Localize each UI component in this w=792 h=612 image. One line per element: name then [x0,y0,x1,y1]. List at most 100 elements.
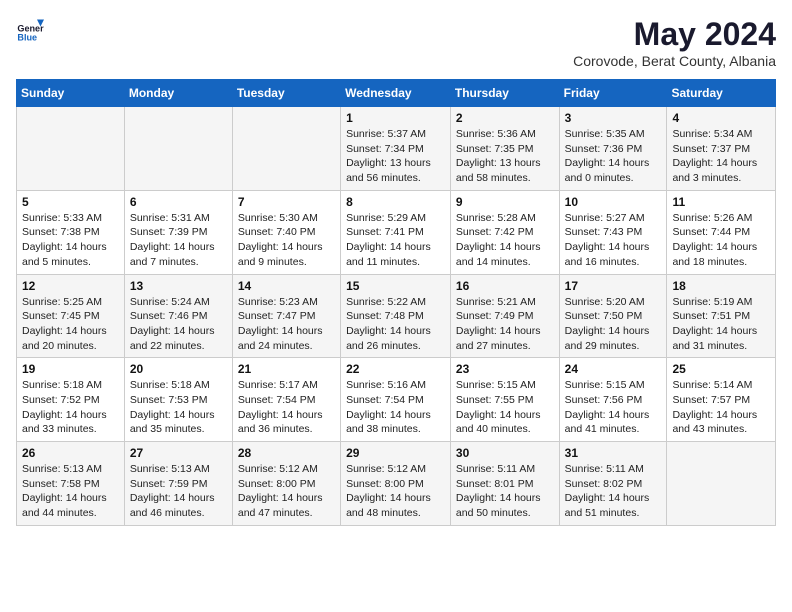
day-number: 27 [130,446,227,460]
day-info: Sunrise: 5:31 AMSunset: 7:39 PMDaylight:… [130,211,227,270]
calendar-cell: 19 Sunrise: 5:18 AMSunset: 7:52 PMDayligh… [17,358,125,442]
calendar-cell: 6Sunrise: 5:31 AMSunset: 7:39 PMDaylight… [124,190,232,274]
calendar-cell [17,107,125,191]
calendar-week-row: 19 Sunrise: 5:18 AMSunset: 7:52 PMDayligh… [17,358,776,442]
day-number: 31 [565,446,662,460]
day-info: Sunrise: 5:21 AMSunset: 7:49 PMDaylight:… [456,295,554,354]
calendar-cell: 10Sunrise: 5:27 AMSunset: 7:43 PMDayligh… [559,190,667,274]
calendar-week-row: 12 Sunrise: 5:25 AMSunset: 7:45 PMDayligh… [17,274,776,358]
day-of-week-header: Saturday [667,80,776,107]
day-number: 25 [672,362,770,376]
calendar-cell: 18 Sunrise: 5:19 AMSunset: 7:51 PMDayligh… [667,274,776,358]
day-info: Sunrise: 5:25 AMSunset: 7:45 PMDaylight:… [22,295,119,354]
calendar-cell: 21Sunrise: 5:17 AMSunset: 7:54 PMDayligh… [232,358,340,442]
day-number: 12 [22,279,119,293]
day-info: Sunrise: 5:34 AMSunset: 7:37 PMDaylight:… [672,127,770,186]
calendar-cell: 8Sunrise: 5:29 AMSunset: 7:41 PMDaylight… [341,190,451,274]
day-info: Sunrise: 5:23 AMSunset: 7:47 PMDaylight:… [238,295,335,354]
day-number: 13 [130,279,227,293]
day-info: Sunrise: 5:33 AMSunset: 7:38 PMDaylight:… [22,211,119,270]
day-info: Sunrise: 5:19 AMSunset: 7:51 PMDaylight:… [672,295,770,354]
calendar-body: 1Sunrise: 5:37 AMSunset: 7:34 PMDaylight… [17,107,776,526]
day-info: Sunrise: 5:11 AMSunset: 8:02 PMDaylight:… [565,462,662,521]
svg-text:Blue: Blue [17,33,37,43]
day-number: 3 [565,111,662,125]
calendar-header-row: SundayMondayTuesdayWednesdayThursdayFrid… [17,80,776,107]
calendar-table: SundayMondayTuesdayWednesdayThursdayFrid… [16,79,776,526]
calendar-cell: 3 Sunrise: 5:35 AMSunset: 7:36 PMDaylight… [559,107,667,191]
day-number: 14 [238,279,335,293]
day-number: 24 [565,362,662,376]
calendar-cell: 16 Sunrise: 5:21 AMSunset: 7:49 PMDayligh… [450,274,559,358]
day-number: 26 [22,446,119,460]
calendar-cell: 28 Sunrise: 5:12 AMSunset: 8:00 PMDayligh… [232,442,340,526]
day-number: 19 [22,362,119,376]
day-info: Sunrise: 5:13 AMSunset: 7:58 PMDaylight:… [22,462,119,521]
calendar-cell: 13 Sunrise: 5:24 AMSunset: 7:46 PMDayligh… [124,274,232,358]
day-info: Sunrise: 5:12 AMSunset: 8:00 PMDaylight:… [346,462,445,521]
day-number: 4 [672,111,770,125]
day-number: 18 [672,279,770,293]
day-of-week-header: Tuesday [232,80,340,107]
day-number: 5 [22,195,119,209]
day-info: Sunrise: 5:11 AMSunset: 8:01 PMDaylight:… [456,462,554,521]
calendar-cell [232,107,340,191]
calendar-cell: 4 Sunrise: 5:34 AMSunset: 7:37 PMDaylight… [667,107,776,191]
day-of-week-header: Friday [559,80,667,107]
day-number: 7 [238,195,335,209]
calendar-cell: 14 Sunrise: 5:23 AMSunset: 7:47 PMDayligh… [232,274,340,358]
calendar-cell: 1Sunrise: 5:37 AMSunset: 7:34 PMDaylight… [341,107,451,191]
day-number: 22 [346,362,445,376]
calendar-cell: 9 Sunrise: 5:28 AMSunset: 7:42 PMDaylight… [450,190,559,274]
calendar-cell: 26 Sunrise: 5:13 AMSunset: 7:58 PMDayligh… [17,442,125,526]
day-info: Sunrise: 5:12 AMSunset: 8:00 PMDaylight:… [238,462,335,521]
day-of-week-header: Sunday [17,80,125,107]
location-title: Corovode, Berat County, Albania [573,53,776,69]
page-header: General Blue May 2024 Corovode, Berat Co… [16,16,776,69]
day-number: 30 [456,446,554,460]
logo-icon: General Blue [16,16,44,44]
day-info: Sunrise: 5:35 AMSunset: 7:36 PMDaylight:… [565,127,662,186]
month-title: May 2024 [573,16,776,53]
day-number: 2 [456,111,554,125]
day-info: Sunrise: 5:18 AMSunset: 7:53 PMDaylight:… [130,378,227,437]
day-number: 9 [456,195,554,209]
calendar-cell: 29 Sunrise: 5:12 AMSunset: 8:00 PMDayligh… [341,442,451,526]
calendar-cell: 17 Sunrise: 5:20 AMSunset: 7:50 PMDayligh… [559,274,667,358]
day-info: Sunrise: 5:15 AMSunset: 7:55 PMDaylight:… [456,378,554,437]
calendar-cell: 5 Sunrise: 5:33 AMSunset: 7:38 PMDaylight… [17,190,125,274]
calendar-cell: 24Sunrise: 5:15 AMSunset: 7:56 PMDayligh… [559,358,667,442]
logo: General Blue [16,16,44,44]
day-number: 28 [238,446,335,460]
day-info: Sunrise: 5:14 AMSunset: 7:57 PMDaylight:… [672,378,770,437]
day-number: 29 [346,446,445,460]
day-info: Sunrise: 5:30 AMSunset: 7:40 PMDaylight:… [238,211,335,270]
day-info: Sunrise: 5:17 AMSunset: 7:54 PMDaylight:… [238,378,335,437]
calendar-cell: 22Sunrise: 5:16 AMSunset: 7:54 PMDayligh… [341,358,451,442]
calendar-week-row: 1Sunrise: 5:37 AMSunset: 7:34 PMDaylight… [17,107,776,191]
day-number: 15 [346,279,445,293]
day-info: Sunrise: 5:36 AMSunset: 7:35 PMDaylight:… [456,127,554,186]
calendar-cell [124,107,232,191]
day-of-week-header: Wednesday [341,80,451,107]
day-info: Sunrise: 5:18 AMSunset: 7:52 PMDaylight:… [22,378,119,437]
day-info: Sunrise: 5:27 AMSunset: 7:43 PMDaylight:… [565,211,662,270]
day-info: Sunrise: 5:29 AMSunset: 7:41 PMDaylight:… [346,211,445,270]
day-number: 17 [565,279,662,293]
day-of-week-header: Thursday [450,80,559,107]
day-info: Sunrise: 5:20 AMSunset: 7:50 PMDaylight:… [565,295,662,354]
calendar-cell: 20Sunrise: 5:18 AMSunset: 7:53 PMDayligh… [124,358,232,442]
title-block: May 2024 Corovode, Berat County, Albania [573,16,776,69]
calendar-week-row: 5 Sunrise: 5:33 AMSunset: 7:38 PMDaylight… [17,190,776,274]
day-number: 16 [456,279,554,293]
calendar-cell: 31 Sunrise: 5:11 AMSunset: 8:02 PMDayligh… [559,442,667,526]
day-info: Sunrise: 5:26 AMSunset: 7:44 PMDaylight:… [672,211,770,270]
calendar-cell: 25 Sunrise: 5:14 AMSunset: 7:57 PMDayligh… [667,358,776,442]
day-info: Sunrise: 5:28 AMSunset: 7:42 PMDaylight:… [456,211,554,270]
calendar-cell: 12 Sunrise: 5:25 AMSunset: 7:45 PMDayligh… [17,274,125,358]
calendar-cell: 30 Sunrise: 5:11 AMSunset: 8:01 PMDayligh… [450,442,559,526]
day-of-week-header: Monday [124,80,232,107]
calendar-week-row: 26 Sunrise: 5:13 AMSunset: 7:58 PMDayligh… [17,442,776,526]
day-info: Sunrise: 5:24 AMSunset: 7:46 PMDaylight:… [130,295,227,354]
day-number: 23 [456,362,554,376]
